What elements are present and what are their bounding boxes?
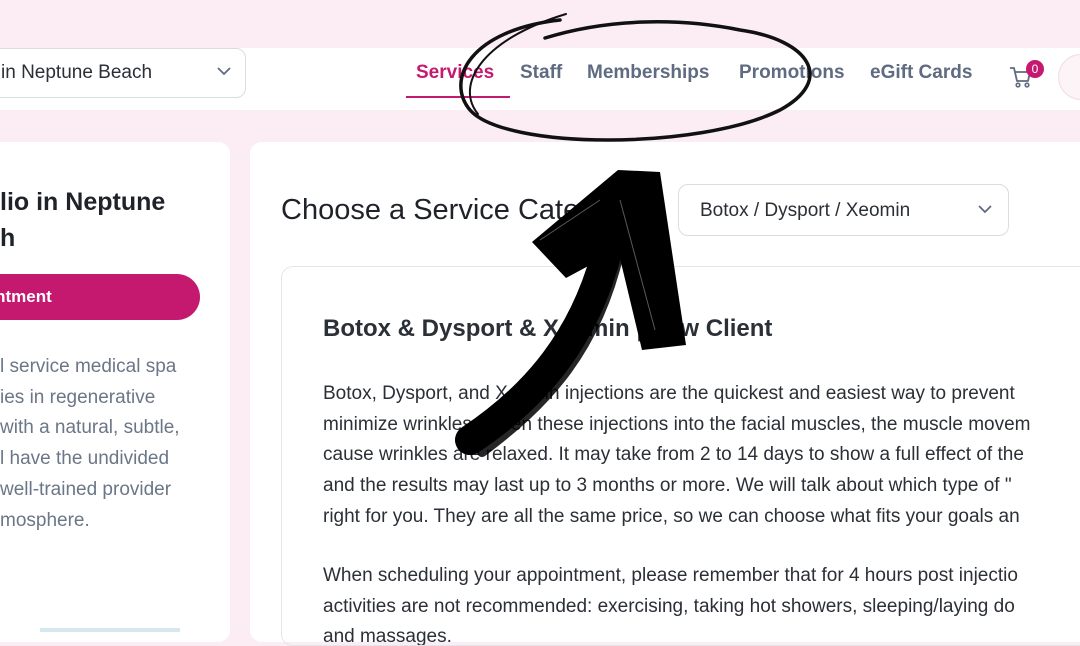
description-line: When scheduling your appointment, please…: [323, 565, 1018, 586]
service-title: Botox & Dysport & Xeomin | New Client: [323, 315, 773, 342]
studio-name: lio in Neptune h: [0, 184, 200, 256]
service-card[interactable]: Botox & Dysport & Xeomin | New Client Bo…: [281, 266, 1080, 646]
description-line: mosphere.: [0, 509, 90, 531]
description-line: right for you. They are all the same pri…: [323, 505, 1020, 527]
book-appointment-button[interactable]: pintment: [0, 274, 200, 320]
category-select[interactable]: Botox / Dysport / Xeomin: [678, 184, 1009, 236]
studio-name-line: h: [0, 224, 16, 252]
nav-promotions[interactable]: Promotions: [739, 62, 845, 84]
service-aftercare-note: When scheduling your appointment, please…: [323, 561, 1080, 646]
services-panel: Choose a Service Cate Botox / Dysport / …: [250, 142, 1080, 646]
chevron-down-icon: [978, 205, 992, 214]
active-tab-underline: [406, 96, 510, 98]
description-line: l service medical spa: [0, 356, 177, 377]
cart-button[interactable]: 0: [1008, 60, 1048, 90]
studio-name-line: lio in Neptune: [0, 188, 166, 216]
location-select[interactable]: in Neptune Beach: [0, 48, 246, 98]
description-line: l have the undivided: [0, 448, 170, 470]
cart-count-badge: 0: [1026, 60, 1044, 78]
nav-staff[interactable]: Staff: [520, 62, 562, 84]
top-nav-bar: in Neptune Beach Services Staff Membersh…: [0, 48, 1080, 110]
nav-memberships[interactable]: Memberships: [587, 62, 709, 84]
description-line: and massages.: [323, 626, 452, 646]
description-line: ies in regenerative: [0, 386, 156, 408]
description-line: with a natural, subtle,: [0, 417, 180, 439]
description-line: and the results may last up to 3 months …: [323, 475, 1012, 497]
studio-info-card: lio in Neptune h pintment l service medi…: [0, 142, 230, 642]
description-line: well-trained provider: [0, 478, 172, 500]
nav-egift-cards[interactable]: eGift Cards: [870, 62, 972, 84]
description-line: Botox, Dysport, and Xeomin injections ar…: [323, 383, 1015, 404]
nav-services[interactable]: Services: [416, 62, 494, 84]
book-appointment-label: pintment: [0, 287, 52, 306]
account-button[interactable]: [1058, 54, 1080, 100]
category-select-value: Botox / Dysport / Xeomin: [700, 200, 911, 221]
description-line: cause wrinkles are relaxed. It may take …: [323, 444, 1024, 466]
studio-image: [40, 628, 180, 632]
service-description: Botox, Dysport, and Xeomin injections ar…: [323, 379, 1080, 533]
location-label: in Neptune Beach: [1, 62, 153, 83]
description-line: activities are not recommended: exercisi…: [323, 595, 1015, 617]
studio-description: l service medical spa ies in regenerativ…: [0, 352, 200, 536]
chevron-down-icon: [217, 67, 231, 76]
description-line: minimize wrinkles. When these injections…: [323, 413, 1031, 435]
choose-category-heading: Choose a Service Cate: [281, 194, 580, 226]
